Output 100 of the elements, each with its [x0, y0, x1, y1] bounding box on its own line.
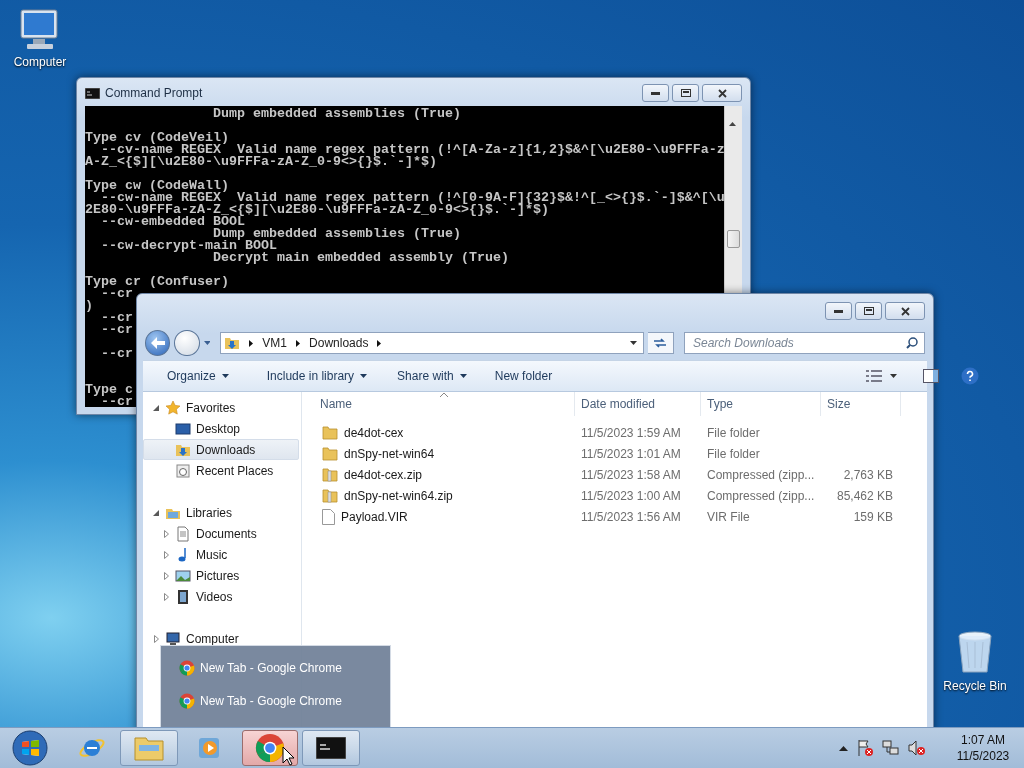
expanded-arrow-icon[interactable]	[153, 509, 159, 516]
collapsed-arrow-icon[interactable]	[163, 571, 169, 580]
column-header[interactable]: Size	[821, 392, 901, 416]
column-header[interactable]: Name	[302, 392, 575, 416]
console-line: --cr	[100, 324, 133, 336]
forward-button[interactable]	[174, 330, 200, 356]
navigation-item[interactable]: Computer	[143, 628, 299, 649]
scrollbar[interactable]	[724, 106, 742, 294]
caret-icon	[890, 374, 898, 378]
document-icon	[175, 525, 191, 542]
toolbar-button[interactable]: Include in library	[256, 366, 378, 386]
scroll-thumb[interactable]	[727, 230, 740, 248]
console-line: --cw-name REGEX Valid name regex pattern (!^[0-9A-F]{32}$&!^[_<>{}$.`-]$&^[\u	[101, 192, 724, 204]
chevron-icon	[296, 339, 301, 347]
toolbar-button[interactable]: New folder	[484, 366, 563, 386]
navigation-item[interactable]: Recent Places	[143, 460, 299, 481]
show-hidden-icons-icon[interactable]	[839, 745, 848, 751]
star-icon	[165, 399, 181, 416]
zip-folder-icon	[322, 467, 338, 482]
minimize-button[interactable]	[642, 84, 669, 102]
collapsed-arrow-icon[interactable]	[163, 529, 169, 538]
date-modified: 11/5/2023 1:01 AM	[580, 446, 682, 461]
column-header[interactable]: Date modified	[575, 392, 701, 416]
breadcrumb[interactable]: VM1	[262, 336, 288, 350]
chevron-icon	[249, 339, 254, 347]
console-line: Dump embedded assemblies (True)	[212, 228, 461, 240]
toolbar-button[interactable]: Organize	[157, 366, 239, 386]
search-field[interactable]: Search Downloads	[684, 332, 925, 354]
date-modified: 11/5/2023 1:58 AM	[580, 467, 682, 482]
recycle-bin-icon	[957, 630, 993, 676]
file-row[interactable]: dnSpy-net-win64 11/5/2023 1:01 AM File folder	[302, 443, 927, 464]
collapsed-arrow-icon[interactable]	[163, 592, 169, 601]
refresh-button[interactable]	[647, 332, 674, 354]
console-line: --cv-name REGEX Valid name regex pattern (!^[A-Za-z]{1,2}$&^[\u2E80-\u9FFFa-z	[101, 144, 724, 156]
chevron-icon	[377, 339, 382, 347]
console-line: --cr	[100, 348, 133, 360]
minimize-icon	[834, 309, 843, 313]
navigation-item[interactable]: Libraries	[143, 502, 299, 523]
close-button[interactable]	[702, 84, 742, 102]
desktop-icon-label[interactable]: Computer	[13, 55, 67, 69]
file-row[interactable]: Payload.VIR 11/5/2023 1:56 AM VIR File 159 KB	[302, 506, 927, 527]
console-line: Type cr (Confuser)	[85, 276, 229, 288]
maximize-button[interactable]	[855, 302, 882, 320]
address-bar[interactable]: VM1 Downloads	[220, 332, 644, 354]
minimize-button[interactable]	[825, 302, 852, 320]
terminal-icon	[316, 737, 346, 759]
refresh-icon	[653, 337, 668, 349]
navigation-item[interactable]: Pictures	[143, 565, 299, 586]
expanded-arrow-icon[interactable]	[153, 404, 159, 411]
clock[interactable]: 1:07 AM 11/5/2023	[948, 732, 1018, 764]
breadcrumb[interactable]: Downloads	[309, 336, 369, 350]
chrome-icon	[255, 733, 285, 763]
console-line: --cr	[100, 312, 133, 324]
desktop-icon	[175, 420, 191, 437]
file-row[interactable]: de4dot-cex 11/5/2023 1:59 AM File folder	[302, 422, 927, 443]
navigation-item[interactable]: Favorites	[143, 397, 299, 418]
navigation-item[interactable]: Downloads	[143, 439, 299, 460]
caret-icon	[459, 374, 467, 378]
date-modified: 11/5/2023 1:59 AM	[580, 425, 682, 440]
window-list-item[interactable]: New Tab - Google Chrome	[179, 691, 390, 711]
start-orb-icon	[12, 730, 48, 766]
file-size: 85,462 KB	[835, 488, 893, 503]
desktop-icon-label[interactable]: Recycle Bin	[943, 679, 1007, 693]
back-button[interactable]	[145, 330, 171, 356]
navigation-item[interactable]: Music	[143, 544, 299, 565]
back-arrow-icon	[150, 337, 165, 349]
window-list-item[interactable]: New Tab - Google Chrome	[179, 658, 390, 678]
collapsed-arrow-icon[interactable]	[163, 550, 169, 559]
close-button[interactable]	[885, 302, 925, 320]
file-name: dnSpy-net-win64	[344, 446, 435, 461]
collapsed-arrow-icon[interactable]	[153, 634, 159, 643]
console-line: )	[85, 300, 93, 312]
file-row[interactable]: de4dot-cex.zip 11/5/2023 1:58 AM Compressed (zipp... 2,763 KB	[302, 464, 927, 485]
close-icon	[900, 306, 910, 316]
chrome-icon	[179, 660, 195, 676]
console-line: Decrypt main embedded assembly (True)	[212, 252, 509, 264]
console-line: A-Z_<{$][\u2E80-\u9FFFa-zA-Z_0-9<>{}$.`-]*$)	[85, 156, 437, 168]
file-name: dnSpy-net-win64.zip	[344, 488, 453, 503]
taskbar-button[interactable]	[242, 730, 298, 766]
file-row[interactable]: dnSpy-net-win64.zip 11/5/2023 1:00 AM Compressed (zipp... 85,462 KB	[302, 485, 927, 506]
navigation-item[interactable]: Videos	[143, 586, 299, 607]
column-header[interactable]: Type	[701, 392, 821, 416]
close-icon	[717, 88, 727, 98]
navigation-item[interactable]: Documents	[143, 523, 299, 544]
network-icon[interactable]	[882, 739, 900, 757]
toolbar-button[interactable]: Share with	[387, 366, 477, 386]
console-line: Type cw (CodeWall)	[85, 180, 229, 192]
caret-icon	[221, 374, 229, 378]
recent-places-icon	[175, 462, 191, 479]
terminal-icon	[85, 87, 100, 99]
maximize-button[interactable]	[672, 84, 699, 102]
file-type: File folder	[706, 425, 761, 440]
zip-folder-icon	[322, 488, 338, 503]
navigation-item[interactable]: Desktop	[143, 418, 299, 439]
search-icon[interactable]	[906, 337, 918, 349]
console-line: --cr	[101, 288, 133, 300]
scroll-up-icon[interactable]	[729, 122, 736, 126]
muted-speaker-icon[interactable]	[908, 739, 926, 757]
taskbar-button[interactable]	[302, 730, 360, 766]
flag-icon[interactable]	[856, 739, 874, 757]
